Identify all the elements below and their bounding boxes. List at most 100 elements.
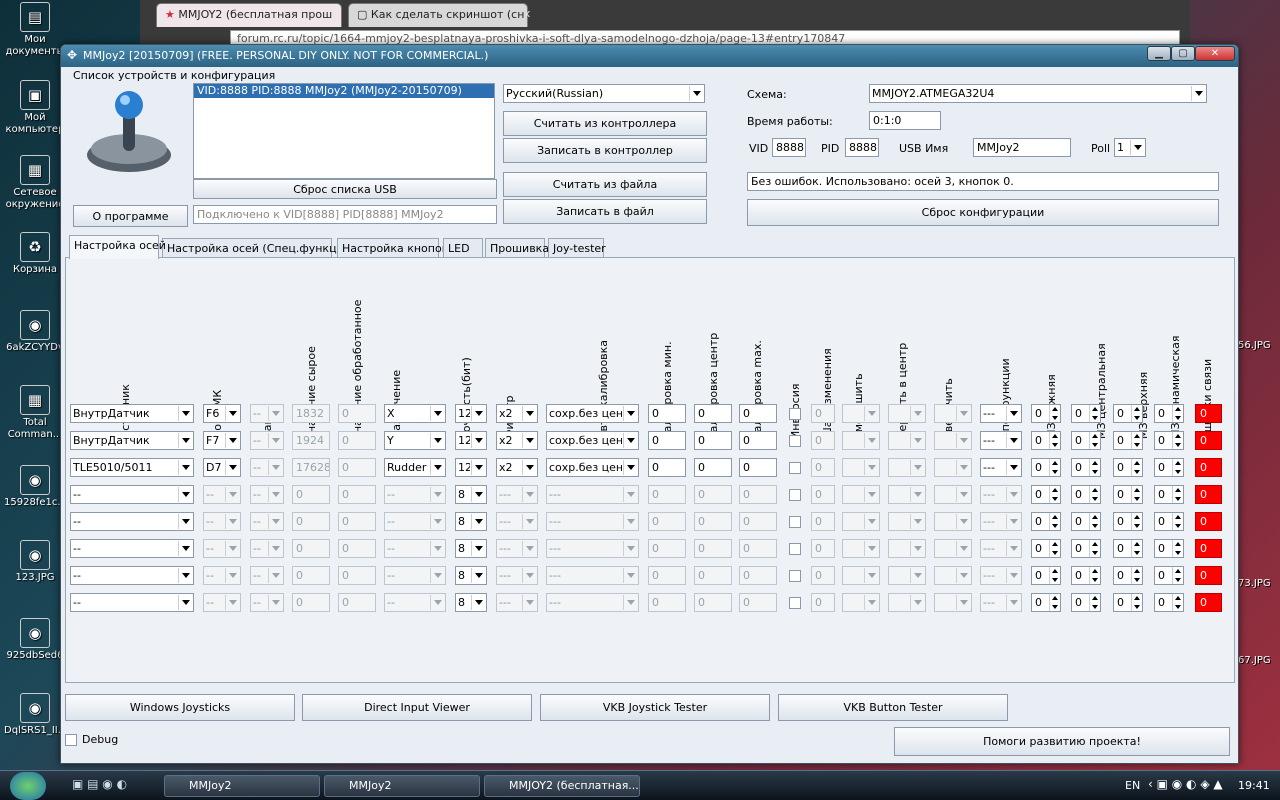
pid-field[interactable]: 8888 xyxy=(845,138,879,157)
write-controller-button[interactable]: Записать в контроллер xyxy=(503,138,707,163)
source-select[interactable]: -- xyxy=(70,593,194,612)
step-value[interactable]: 0 xyxy=(811,566,835,585)
deadzone-spinner[interactable]: 0 xyxy=(1113,566,1143,585)
calibration-min[interactable]: 0 xyxy=(648,512,686,531)
deadzone-spinner[interactable]: 0 xyxy=(1113,404,1143,423)
processed-value[interactable]: 0 xyxy=(338,458,376,477)
channel-select[interactable]: -- xyxy=(250,485,284,504)
step-value[interactable]: 0 xyxy=(811,458,835,477)
invert-checkbox[interactable] xyxy=(789,435,801,447)
source-select[interactable]: -- xyxy=(70,566,194,585)
deadzone-spinner[interactable]: 0 xyxy=(1113,512,1143,531)
destination-select[interactable]: X xyxy=(384,404,446,423)
filter-select[interactable]: --- xyxy=(496,485,538,504)
invert-checkbox[interactable] xyxy=(789,489,801,501)
precision-select[interactable]: 12 xyxy=(455,431,487,450)
deadzone-spinner[interactable]: 0 xyxy=(1031,458,1061,477)
device-list-item[interactable]: VID:8888 PID:8888 MMJoy2 (MMJoy2-2015070… xyxy=(194,84,494,98)
calibration-center[interactable]: 0 xyxy=(694,593,732,612)
calibration-max[interactable]: 0 xyxy=(739,539,777,558)
raw-value[interactable]: 1832 xyxy=(292,404,330,423)
special-functions-select[interactable]: --- xyxy=(980,431,1022,450)
special-functions-select[interactable]: --- xyxy=(980,458,1022,477)
invert-checkbox[interactable] xyxy=(789,597,801,609)
vkb-button-tester-button[interactable]: VKB Button Tester xyxy=(778,694,1008,721)
filter-select[interactable]: x2 xyxy=(496,431,538,450)
increase-select[interactable] xyxy=(934,539,972,558)
precision-select[interactable]: 8 xyxy=(455,566,487,585)
decrease-select[interactable] xyxy=(842,539,880,558)
deadzone-spinner[interactable]: 0 xyxy=(1154,539,1184,558)
decrease-select[interactable] xyxy=(842,431,880,450)
processed-value[interactable]: 0 xyxy=(338,593,376,612)
decrease-select[interactable] xyxy=(842,458,880,477)
precision-select[interactable]: 8 xyxy=(455,593,487,612)
autocalibration-select[interactable]: сохр.без цент xyxy=(546,404,639,423)
raw-value[interactable]: 0 xyxy=(292,512,330,531)
port-select[interactable]: D7 xyxy=(203,458,241,477)
raw-value[interactable]: 1924 xyxy=(292,431,330,450)
port-select[interactable]: F6 xyxy=(203,404,241,423)
desktop-icon[interactable]: ◉ 6akZCYYDv xyxy=(4,310,66,354)
precision-select[interactable]: 12 xyxy=(455,404,487,423)
special-functions-select[interactable]: --- xyxy=(980,593,1022,612)
vkb-joystick-tester-button[interactable]: VKB Joystick Tester xyxy=(540,694,770,721)
source-select[interactable]: TLE5010/5011 xyxy=(70,458,194,477)
maximize-button[interactable]: ▢ xyxy=(1171,46,1195,61)
increase-select[interactable] xyxy=(934,404,972,423)
tab-firmware[interactable]: Прошивка xyxy=(485,238,549,258)
debug-checkbox[interactable] xyxy=(65,734,77,746)
calibration-center[interactable]: 0 xyxy=(694,458,732,477)
center-select[interactable] xyxy=(888,539,926,558)
calibration-center[interactable]: 0 xyxy=(694,512,732,531)
start-button[interactable] xyxy=(10,772,46,800)
step-value[interactable]: 0 xyxy=(811,431,835,450)
deadzone-spinner[interactable]: 0 xyxy=(1031,431,1061,450)
deadzone-spinner[interactable]: 0 xyxy=(1031,593,1061,612)
vid-field[interactable]: 8888 xyxy=(772,138,806,157)
port-select[interactable]: -- xyxy=(203,485,241,504)
deadzone-spinner[interactable]: 0 xyxy=(1031,539,1061,558)
channel-select[interactable]: -- xyxy=(250,431,284,450)
calibration-center[interactable]: 0 xyxy=(694,404,732,423)
calibration-max[interactable]: 0 xyxy=(739,431,777,450)
destination-select[interactable]: -- xyxy=(384,566,446,585)
raw-value[interactable]: 0 xyxy=(292,566,330,585)
device-list[interactable]: VID:8888 PID:8888 MMJoy2 (MMJoy2-2015070… xyxy=(193,83,495,179)
language-indicator[interactable]: EN xyxy=(1125,779,1140,792)
raw-value[interactable]: 0 xyxy=(292,593,330,612)
calibration-center[interactable]: 0 xyxy=(694,431,732,450)
port-select[interactable]: -- xyxy=(203,539,241,558)
calibration-min[interactable]: 0 xyxy=(648,593,686,612)
schema-select[interactable]: MMJOY2.ATMEGA32U4 xyxy=(869,84,1207,103)
destination-select[interactable]: -- xyxy=(384,512,446,531)
deadzone-spinner[interactable]: 0 xyxy=(1154,485,1184,504)
deadzone-spinner[interactable]: 0 xyxy=(1154,566,1184,585)
calibration-max[interactable]: 0 xyxy=(739,404,777,423)
read-controller-button[interactable]: Считать из контроллера xyxy=(503,111,707,136)
port-select[interactable]: -- xyxy=(203,512,241,531)
deadzone-spinner[interactable]: 0 xyxy=(1071,458,1101,477)
tab-joy-tester[interactable]: Joy-tester xyxy=(548,238,606,258)
tab-axes[interactable]: Настройка осей xyxy=(69,235,166,259)
channel-select[interactable]: -- xyxy=(250,404,284,423)
port-select[interactable]: -- xyxy=(203,566,241,585)
special-functions-select[interactable]: --- xyxy=(980,566,1022,585)
filter-select[interactable]: x2 xyxy=(496,404,538,423)
source-select[interactable]: ВнутрДатчик xyxy=(70,404,194,423)
deadzone-spinner[interactable]: 0 xyxy=(1154,512,1184,531)
calibration-center[interactable]: 0 xyxy=(694,566,732,585)
autocalibration-select[interactable]: --- xyxy=(546,539,639,558)
step-value[interactable]: 0 xyxy=(811,593,835,612)
raw-value[interactable]: 0 xyxy=(292,539,330,558)
filter-select[interactable]: --- xyxy=(496,539,538,558)
decrease-select[interactable] xyxy=(842,593,880,612)
increase-select[interactable] xyxy=(934,458,972,477)
destination-select[interactable]: -- xyxy=(384,485,446,504)
reset-config-button[interactable]: Сброс конфигурации xyxy=(747,199,1219,226)
autocalibration-select[interactable]: --- xyxy=(546,512,639,531)
destination-select[interactable]: -- xyxy=(384,539,446,558)
filter-select[interactable]: --- xyxy=(496,512,538,531)
deadzone-spinner[interactable]: 0 xyxy=(1071,485,1101,504)
deadzone-spinner[interactable]: 0 xyxy=(1113,485,1143,504)
